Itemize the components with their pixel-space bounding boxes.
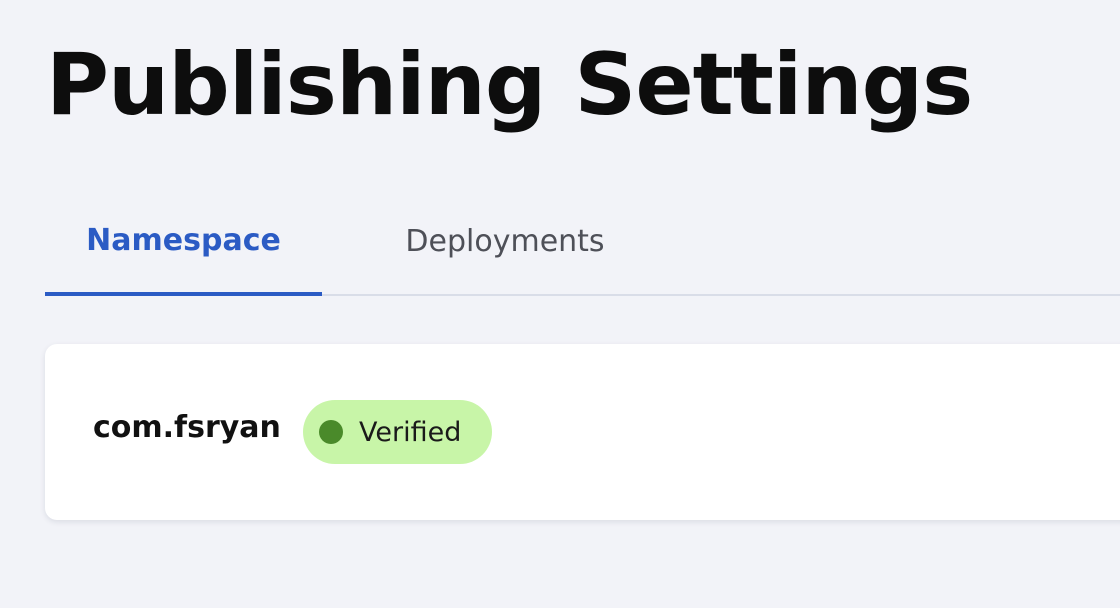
- page-title: Publishing Settings: [46, 35, 973, 135]
- tab-bar: Namespace Deployments: [45, 188, 1120, 296]
- namespace-name: com.fsryan: [93, 410, 281, 445]
- namespace-card: com.fsryan Verified: [45, 344, 1120, 520]
- tab-deployments[interactable]: Deployments: [355, 188, 655, 294]
- tab-namespace[interactable]: Namespace: [45, 188, 322, 296]
- status-badge: Verified: [303, 400, 492, 464]
- status-dot-icon: [319, 420, 343, 444]
- status-badge-label: Verified: [359, 416, 462, 448]
